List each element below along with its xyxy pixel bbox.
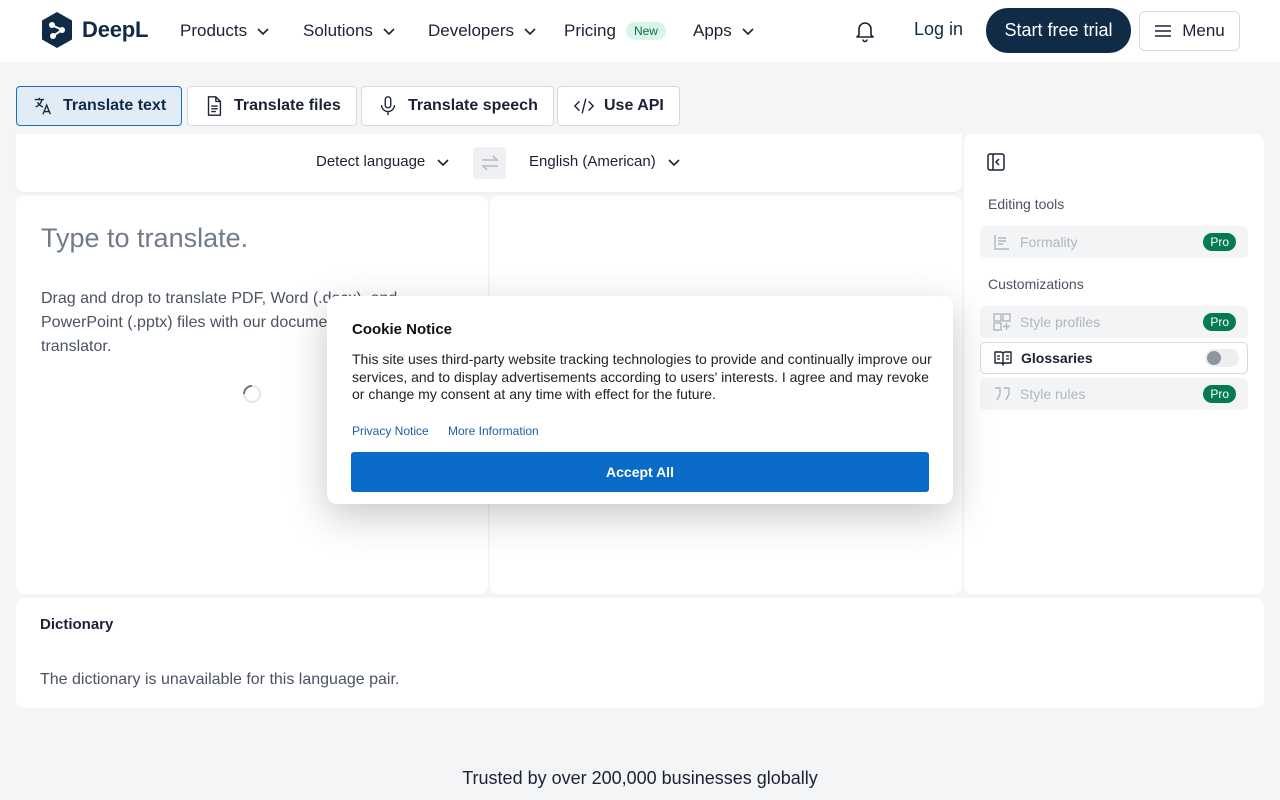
nav-label: Apps — [693, 21, 732, 40]
file-icon — [207, 96, 222, 116]
dictionary-panel: Dictionary The dictionary is unavailable… — [16, 598, 1264, 708]
cookie-title: Cookie Notice — [352, 321, 453, 338]
tool-glossaries[interactable]: Glossaries — [980, 342, 1248, 374]
chevron-down-icon — [524, 28, 536, 36]
target-language-select[interactable]: English (American) — [529, 153, 682, 170]
microphone-icon — [380, 96, 396, 116]
privacy-notice-link[interactable]: Privacy Notice — [352, 424, 429, 438]
nav-solutions[interactable]: Solutions — [303, 18, 397, 44]
tab-translate-files[interactable]: Translate files — [187, 86, 357, 126]
menu-button[interactable]: Menu — [1139, 11, 1240, 51]
pro-badge: Pro — [1203, 233, 1236, 251]
accept-all-button[interactable]: Accept All — [351, 452, 929, 492]
code-icon — [573, 98, 595, 114]
dictionary-title: Dictionary — [40, 616, 114, 633]
tool-label: Glossaries — [1021, 350, 1093, 366]
nav-apps[interactable]: Apps — [693, 18, 756, 44]
tool-label: Formality — [1020, 234, 1078, 250]
book-icon — [994, 351, 1012, 366]
chevron-down-icon — [668, 158, 680, 166]
nav-label: Products — [180, 21, 248, 40]
menu-label: Menu — [1182, 21, 1225, 40]
glossaries-toggle[interactable] — [1205, 349, 1239, 367]
target-language-label: English (American) — [529, 153, 656, 170]
more-information-link[interactable]: More Information — [448, 424, 539, 438]
chevron-down-icon — [437, 158, 449, 166]
deepl-logo-icon — [42, 12, 72, 48]
swap-languages-button[interactable] — [473, 147, 506, 179]
login-link[interactable]: Log in — [914, 19, 963, 40]
formality-icon — [994, 235, 1009, 250]
bell-icon[interactable] — [853, 19, 877, 43]
nav-label: Pricing — [564, 21, 616, 40]
tool-style-profiles: Style profiles Pro — [980, 306, 1248, 338]
tool-label: Style rules — [1020, 386, 1086, 402]
dictionary-message: The dictionary is unavailable for this l… — [40, 671, 400, 688]
nav-pricing[interactable]: Pricing New — [564, 18, 666, 44]
chevron-down-icon — [742, 28, 754, 36]
cookie-body: This site uses third-party website track… — [352, 351, 932, 402]
tab-label: Translate files — [234, 97, 341, 114]
tab-label: Translate text — [63, 97, 167, 114]
chevron-down-icon — [383, 28, 395, 36]
nav-label: Developers — [428, 21, 514, 40]
trusted-by-text: Trusted by over 200,000 businesses globa… — [462, 768, 818, 788]
translate-icon — [34, 97, 51, 115]
tab-use-api[interactable]: Use API — [557, 86, 680, 126]
language-bar: Detect language English (American) — [16, 134, 962, 192]
new-badge: New — [625, 22, 666, 40]
chevron-down-icon — [257, 28, 269, 36]
tab-translate-text[interactable]: Translate text — [16, 86, 183, 126]
panel-collapse-icon[interactable] — [986, 152, 1006, 172]
source-language-select[interactable]: Detect language — [316, 153, 451, 170]
style-profiles-icon — [993, 313, 1011, 331]
source-placeholder: Type to translate. — [41, 223, 249, 253]
tab-translate-speech[interactable]: Translate speech — [361, 86, 554, 126]
top-nav: DeepL Products Solutions Developers Pric… — [0, 0, 1280, 62]
tab-label: Translate speech — [408, 97, 538, 114]
loading-spinner-icon — [243, 385, 261, 403]
tool-label: Style profiles — [1020, 314, 1101, 330]
source-language-label: Detect language — [316, 153, 426, 170]
cookie-notice-dialog: Cookie Notice This site uses third-party… — [327, 296, 953, 504]
deepl-logo[interactable]: DeepL — [40, 11, 148, 49]
tool-formality: Formality Pro — [980, 226, 1248, 258]
editing-tools-heading: Editing tools — [988, 196, 1065, 212]
brand-name: DeepL — [82, 17, 149, 42]
nav-label: Solutions — [303, 21, 373, 40]
tool-style-rules: Style rules Pro — [980, 378, 1248, 410]
toggle-knob — [1207, 351, 1221, 365]
swap-icon — [480, 155, 499, 171]
nav-developers[interactable]: Developers — [428, 18, 538, 44]
start-free-trial-button[interactable]: Start free trial — [986, 8, 1131, 53]
tab-label: Use API — [604, 97, 664, 114]
quote-icon — [995, 387, 1010, 401]
pro-badge: Pro — [1203, 313, 1236, 331]
pro-badge: Pro — [1203, 385, 1236, 403]
nav-products[interactable]: Products — [180, 18, 271, 44]
customizations-heading: Customizations — [988, 276, 1084, 292]
editing-side-panel: Editing tools Formality Pro Customizatio… — [964, 134, 1264, 594]
hamburger-icon — [1155, 25, 1172, 37]
